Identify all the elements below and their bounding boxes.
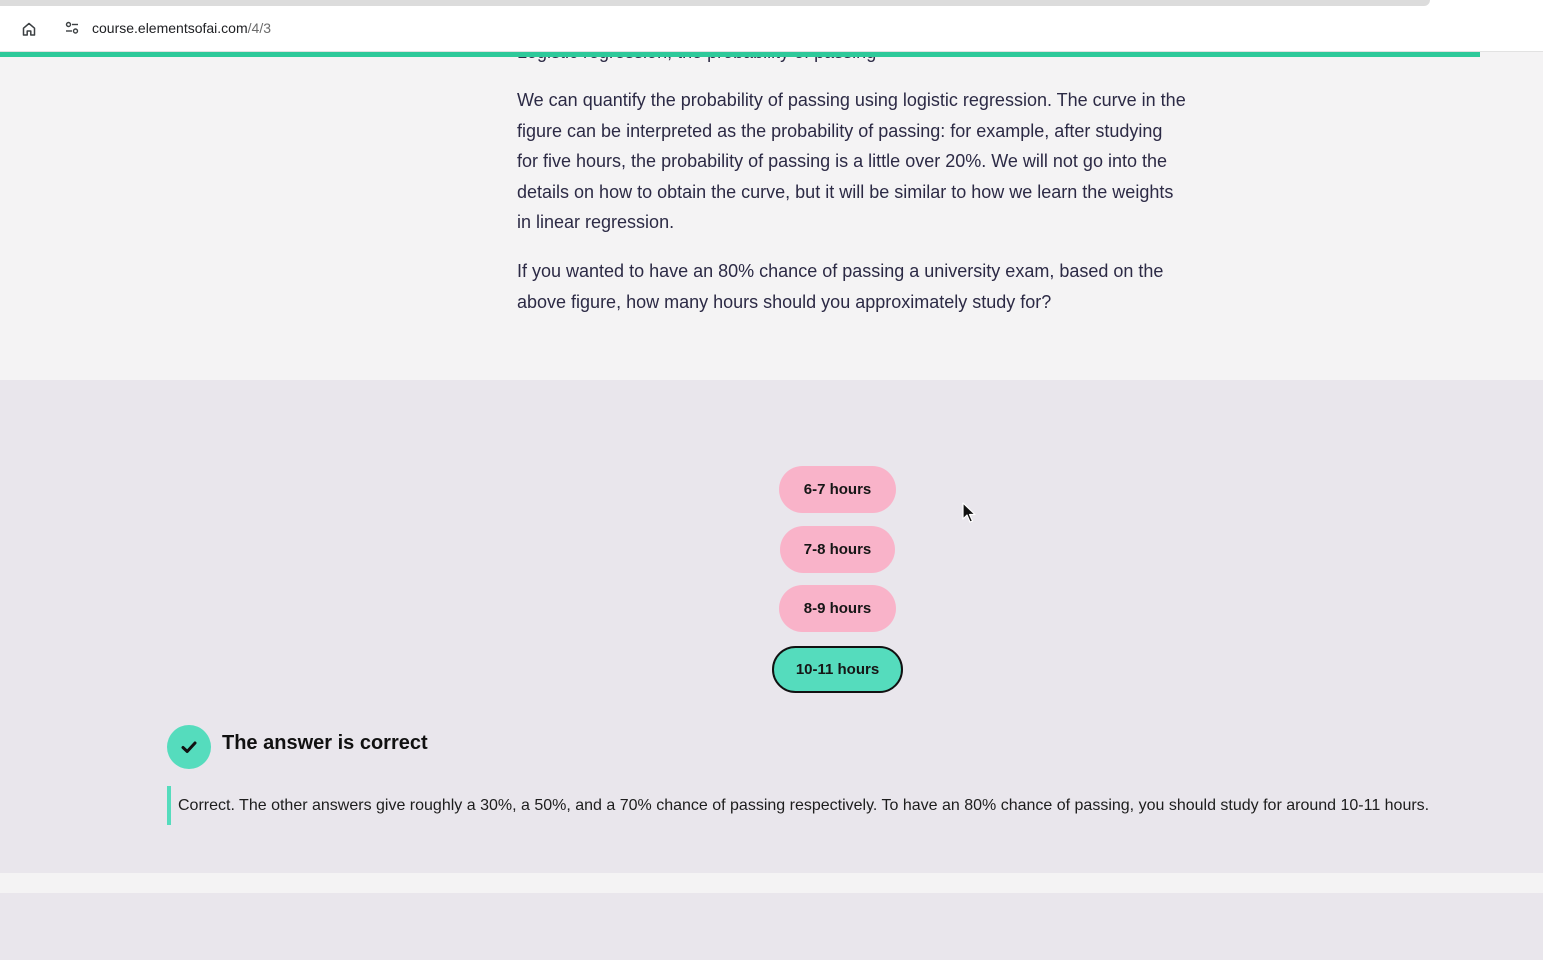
answer-option-10-11-hours[interactable]: 10-11 hours: [772, 646, 903, 693]
next-section: [0, 893, 1543, 960]
cut-off-text-line: Logistic regression, the probability of …: [517, 57, 1187, 68]
answer-option-8-9-hours[interactable]: 8-9 hours: [779, 585, 896, 632]
question-paragraph: If you wanted to have an 80% chance of p…: [517, 261, 1164, 312]
url-path: /4/3: [247, 20, 271, 36]
quiz-section: 6-7 hours 7-8 hours 8-9 hours 10-11 hour…: [0, 380, 1543, 873]
mouse-cursor-icon: [962, 502, 976, 523]
answer-option-6-7-hours[interactable]: 6-7 hours: [779, 466, 896, 513]
article-paragraph: We can quantify the probability of passi…: [517, 90, 1186, 232]
checkmark-icon: [181, 741, 197, 753]
correct-badge: [167, 725, 211, 769]
feedback-text: Correct. The other answers give roughly …: [167, 786, 1467, 825]
url-domain: course.elementsofai.com: [92, 20, 248, 36]
url-field[interactable]: course.elementsofai.com/4/3: [92, 20, 271, 36]
home-icon: [22, 22, 36, 36]
section-divider: [0, 873, 1543, 893]
answer-option-7-8-hours[interactable]: 7-8 hours: [780, 526, 895, 573]
address-bar: course.elementsofai.com/4/3: [0, 6, 1543, 52]
result-title: The answer is correct: [222, 732, 428, 754]
site-settings-icon: [65, 21, 79, 34]
home-button[interactable]: [14, 14, 44, 44]
article-section: Logistic regression, the probability of …: [0, 57, 1543, 380]
site-info-button[interactable]: [58, 14, 86, 42]
